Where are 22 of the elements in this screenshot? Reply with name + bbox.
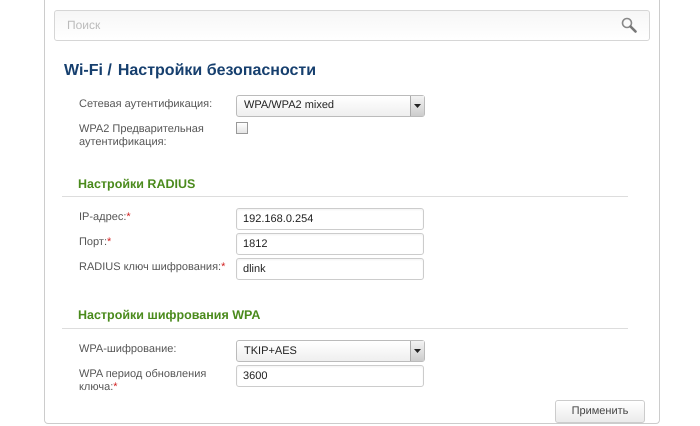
apply-button[interactable]: Применить <box>555 400 645 423</box>
section-heading: Настройки шифрования WPA <box>78 307 262 324</box>
field-label: Сетевая аутентификация: <box>79 96 214 110</box>
page-title: Настройки безопасности <box>118 60 316 80</box>
field-label: RADIUS ключ шифрования:* <box>79 260 226 274</box>
search-icon <box>621 17 637 34</box>
breadcrumb-link[interactable]: Wi-Fi / <box>64 58 112 82</box>
input-field[interactable]: 1812 <box>236 233 424 256</box>
dropdown[interactable]: TKIP+AES <box>236 340 425 362</box>
caret-icon <box>410 341 424 361</box>
field-label: Порт:* <box>79 235 112 250</box>
input-field[interactable]: dlink <box>236 258 424 280</box>
caret-icon <box>410 96 424 116</box>
field-label: IP-адрес:* <box>79 210 132 224</box>
input-field[interactable]: 192.168.0.254 <box>236 208 424 230</box>
input-field[interactable]: 3600 <box>236 365 424 387</box>
field-label: WPA2 Предварительная аутентификация: <box>79 122 205 148</box>
section-heading: Настройки RADIUS <box>78 176 196 193</box>
field-label: WPA период обновления ключа:* <box>79 367 208 394</box>
field-label: WPA-шифрование: <box>79 342 178 356</box>
checkbox[interactable] <box>236 122 248 134</box>
dropdown[interactable]: WPA/WPA2 mixed <box>236 94 425 116</box>
